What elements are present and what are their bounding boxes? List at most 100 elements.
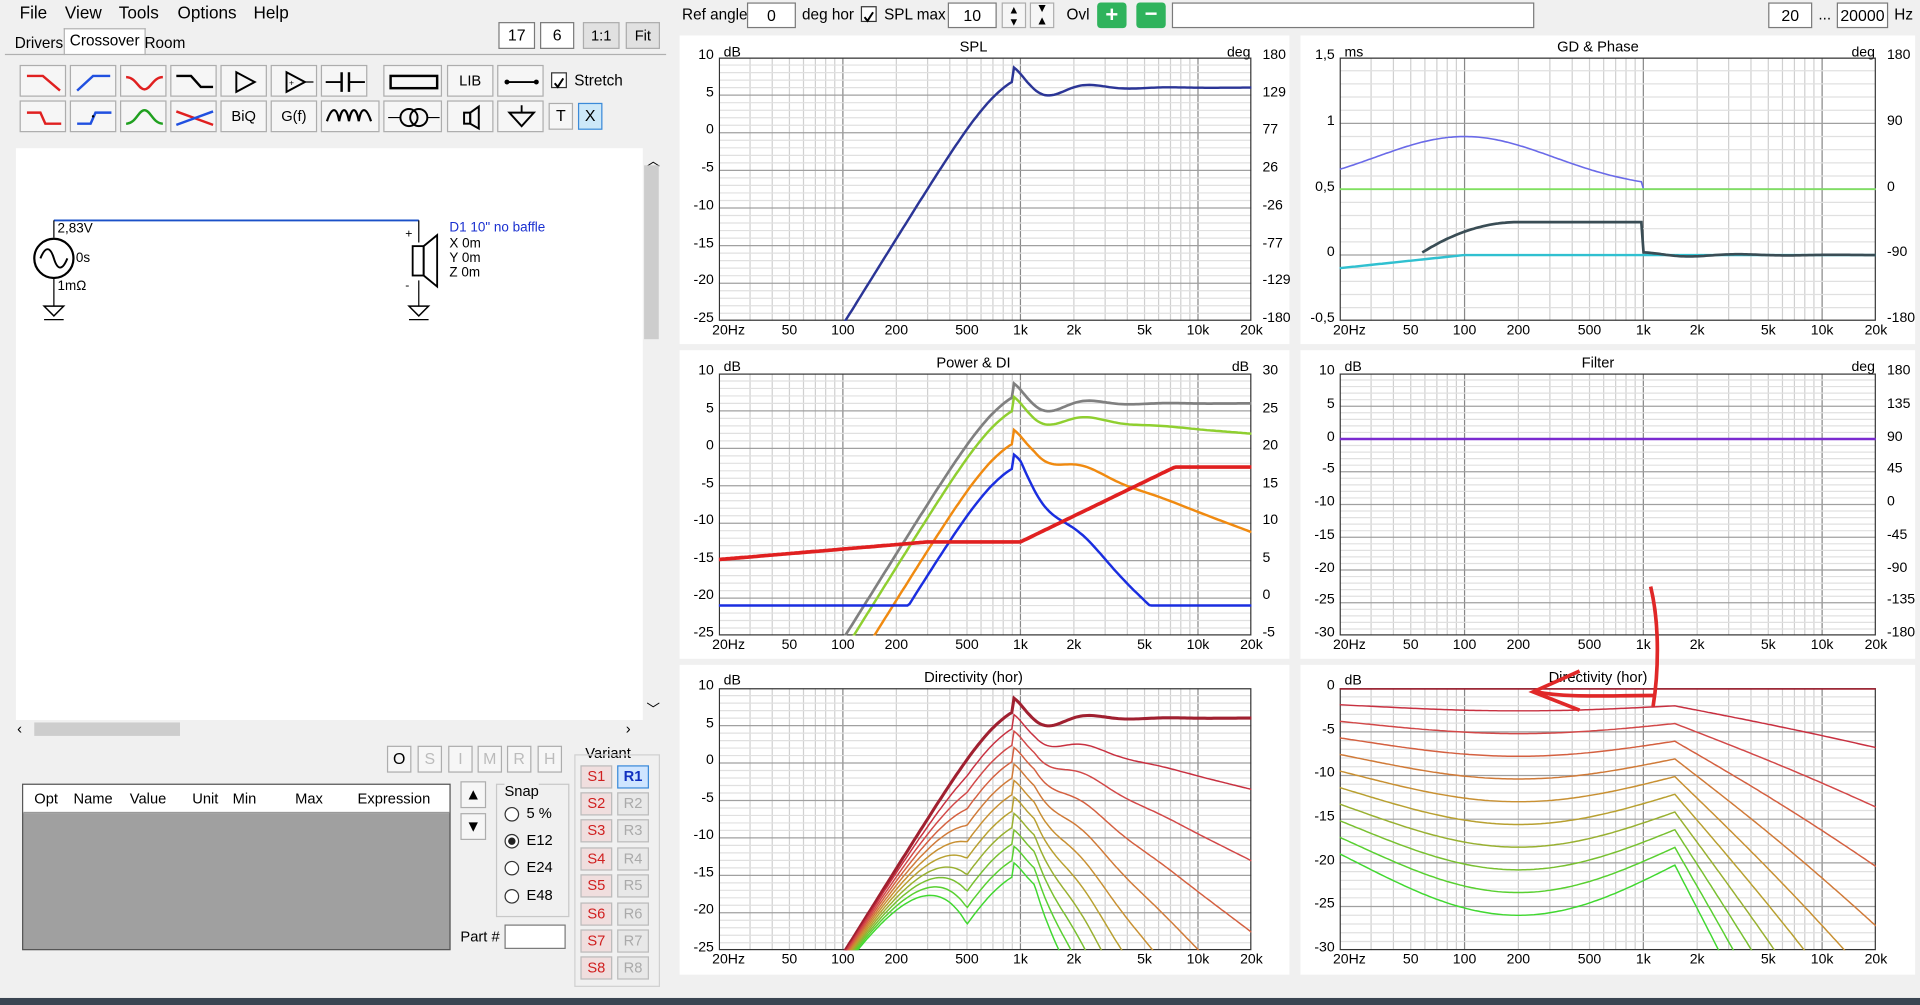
variant-s2-button[interactable]: S2 <box>580 792 613 816</box>
variant-r4-button[interactable]: R4 <box>617 847 649 871</box>
fit-button[interactable]: Fit <box>625 22 661 49</box>
inductor-button[interactable] <box>320 100 380 133</box>
snap-5pct-radio[interactable] <box>504 806 520 822</box>
gf-button[interactable]: G(f) <box>270 100 318 133</box>
plot-dir2[interactable] <box>1339 688 1876 951</box>
check-icon <box>553 77 565 89</box>
scroll-right-icon[interactable]: › <box>626 720 631 737</box>
spl-range-button[interactable]: ▼ ▲ <box>1029 2 1055 29</box>
variant-r5-button[interactable]: R5 <box>617 874 649 898</box>
tab-drivers[interactable]: Drivers <box>10 32 68 54</box>
notch-button[interactable] <box>120 64 167 97</box>
snap-e48-radio[interactable] <box>504 888 520 904</box>
move-up-button[interactable]: ▲ <box>460 781 487 809</box>
menu-help[interactable]: Help <box>253 2 288 22</box>
menu-view[interactable]: View <box>65 2 102 22</box>
stretch-checkbox[interactable] <box>551 72 567 89</box>
biquad-button[interactable]: BiQ <box>220 100 267 133</box>
variant-r7-button[interactable]: R7 <box>617 929 649 953</box>
ref-angle-field[interactable]: 0 <box>746 2 796 29</box>
variant-r6-button[interactable]: R6 <box>617 902 649 926</box>
variant-r1-button[interactable]: R1 <box>617 765 649 789</box>
lowpass2-button[interactable] <box>19 100 67 133</box>
plot-gd[interactable] <box>1339 57 1876 321</box>
variant-r2-button[interactable]: R2 <box>617 792 649 816</box>
directivity-curve-4 <box>848 762 1200 951</box>
spin-updown-icon: ▲ ▼ <box>1008 3 1020 29</box>
menu-tools[interactable]: Tools <box>119 2 159 22</box>
driver-name[interactable]: D1 10" no baffle <box>449 220 545 235</box>
hscroll-thumb[interactable] <box>34 722 181 736</box>
col-name: Name <box>73 789 113 807</box>
buffer-button[interactable]: + <box>270 64 318 97</box>
col-opt: Opt <box>34 789 58 807</box>
plot-power[interactable] <box>718 373 1252 636</box>
highpass-button[interactable] <box>69 64 117 97</box>
allpass-button[interactable] <box>170 100 217 133</box>
freq-max-field[interactable]: 20000 <box>1836 2 1889 29</box>
opt-r-button[interactable]: R <box>506 745 532 773</box>
variant-s5-button[interactable]: S5 <box>580 874 613 898</box>
opt-h-button[interactable]: H <box>537 745 563 773</box>
zoom-1-1-button[interactable]: 1:1 <box>582 22 620 49</box>
peak-button[interactable] <box>120 100 167 133</box>
opt-s-button[interactable]: S <box>417 745 443 773</box>
xtick-spl: 10k <box>1186 323 1210 338</box>
wire-button[interactable] <box>497 64 544 97</box>
variant-s4-button[interactable]: S4 <box>580 847 613 871</box>
ground-button[interactable] <box>497 100 544 133</box>
rtick-spl: 180 <box>1262 47 1286 63</box>
optimizer-table[interactable]: Opt Name Value Unit Min Max Expression <box>22 783 451 951</box>
plot-dir1[interactable] <box>718 688 1252 951</box>
grid-cols-field[interactable]: 17 <box>498 22 536 49</box>
variant-r8-button[interactable]: R8 <box>617 956 649 980</box>
spl-max-spinner[interactable]: ▲ ▼ <box>1001 2 1027 29</box>
group-delay-curve <box>1421 220 1876 258</box>
highpass2-button[interactable] <box>69 100 117 133</box>
spl-max-checkbox[interactable] <box>860 6 877 23</box>
scroll-left-icon[interactable]: ‹ <box>17 720 22 737</box>
capacitor-button[interactable] <box>320 64 368 97</box>
overlay-add-button[interactable]: + <box>1097 2 1127 29</box>
variant-r3-button[interactable]: R3 <box>617 819 649 843</box>
shelf-button[interactable] <box>170 64 217 97</box>
amplifier-button[interactable] <box>220 64 267 97</box>
plot-spl[interactable] <box>718 57 1252 321</box>
grid-rows-field[interactable]: 6 <box>540 22 575 49</box>
snap-e24-radio[interactable] <box>504 860 520 876</box>
spl-max-field[interactable]: 10 <box>947 2 997 29</box>
schematic-canvas[interactable]: + - 2,83V 0s 1mΩ D1 10" no baffle X 0m Y… <box>15 148 643 721</box>
delete-x-button[interactable]: X <box>577 102 603 130</box>
library-button[interactable]: LIB <box>446 64 494 97</box>
tab-crossover[interactable]: Crossover <box>63 28 146 56</box>
snap-e12-radio[interactable] <box>504 833 520 849</box>
variant-s1-button[interactable]: S1 <box>580 765 613 789</box>
variant-s8-button[interactable]: S8 <box>580 956 613 980</box>
menu-options[interactable]: Options <box>178 2 237 22</box>
xtick-gd: 1k <box>1635 323 1651 338</box>
source-resistance: 1mΩ <box>57 279 87 294</box>
overlay-remove-button[interactable]: − <box>1136 2 1166 29</box>
opt-o-button[interactable]: O <box>386 745 412 773</box>
lowpass-button[interactable] <box>19 64 67 97</box>
variant-s3-button[interactable]: S3 <box>580 819 613 843</box>
tab-room[interactable]: Room <box>140 32 191 54</box>
transformer-button[interactable] <box>383 100 443 133</box>
move-down-button[interactable]: ▼ <box>460 813 487 841</box>
variant-s7-button[interactable]: S7 <box>580 929 613 953</box>
scroll-down-icon[interactable]: ﹀ <box>647 699 660 719</box>
menu-file[interactable]: File <box>20 2 48 22</box>
opt-i-button[interactable]: I <box>448 745 473 773</box>
schematic-vscroll[interactable]: ︿ ﹀ <box>642 148 661 721</box>
part-field[interactable] <box>504 924 566 949</box>
text-button[interactable]: T <box>548 102 574 130</box>
overlay-field[interactable] <box>1171 2 1535 29</box>
schematic-hscroll[interactable]: ‹ › <box>15 720 643 738</box>
speaker-button[interactable] <box>446 100 494 133</box>
freq-min-field[interactable]: 20 <box>1768 2 1813 29</box>
resistor-button[interactable] <box>383 64 443 97</box>
opt-m-button[interactable]: M <box>477 745 503 773</box>
rtick-gd: 180 <box>1886 47 1911 63</box>
vscroll-thumb[interactable] <box>644 165 659 340</box>
variant-s6-button[interactable]: S6 <box>580 902 613 926</box>
